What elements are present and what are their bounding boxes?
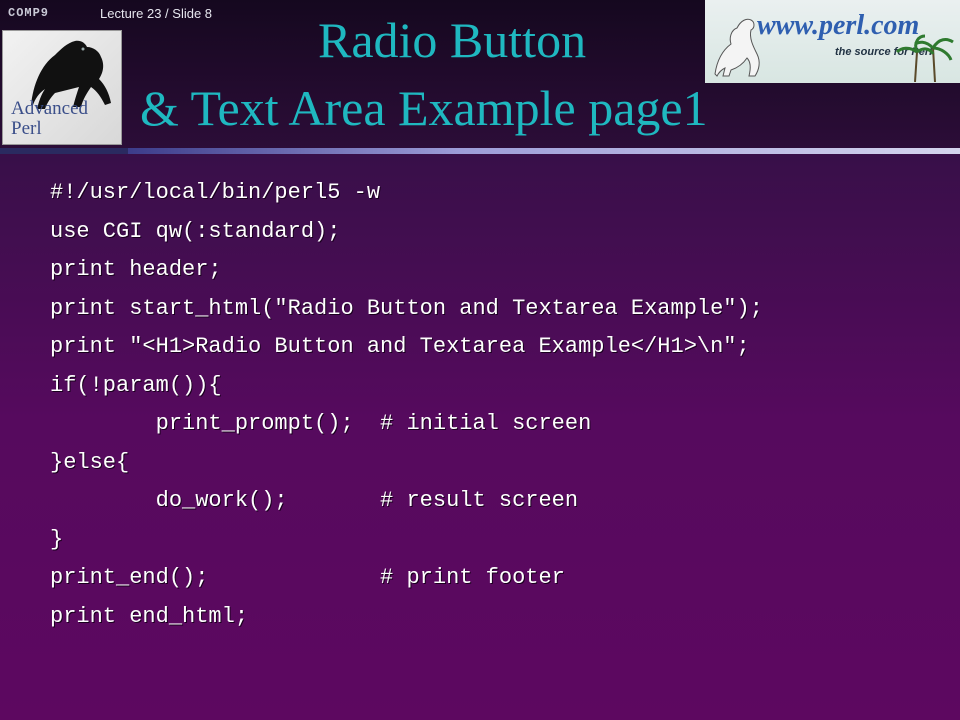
code-line: print header; — [50, 257, 222, 282]
code-line: use CGI qw(:standard); — [50, 218, 341, 244]
palm-trees-icon — [895, 34, 954, 82]
perl-banner: www.perl.com the source for Perl — [705, 0, 960, 83]
title-divider-left — [0, 148, 128, 154]
title-divider — [128, 148, 960, 154]
slide-label: Lecture 23 / Slide 8 — [100, 6, 213, 21]
course-logo: COMP9 — [8, 6, 50, 20]
code-listing: #!/usr/local/bin/perl5 -w use CGI qw(:st… — [50, 174, 950, 636]
code-line: } — [50, 526, 64, 552]
code-line: print end_html; — [50, 603, 249, 629]
code-line: #!/usr/local/bin/perl5 -w — [50, 180, 381, 205]
code-line: }else{ — [50, 449, 130, 475]
code-line: do_work(); # result screen — [50, 488, 579, 513]
code-line: print_end(); # print footer — [50, 565, 565, 590]
book-title: Advanced Perl — [11, 99, 101, 139]
book-title-line2: Perl — [11, 118, 42, 139]
code-line: print start_html("Radio Button and Texta… — [50, 295, 763, 321]
slide-title-line2: & Text Area Example page1 — [140, 80, 708, 136]
advanced-perl-book-cover: Advanced Perl — [2, 30, 122, 145]
code-line: if(!param()){ — [50, 372, 222, 398]
book-title-line1: Advanced — [11, 98, 89, 119]
code-line: print "<H1>Radio Button and Textarea Exa… — [50, 334, 750, 359]
code-line: print_prompt(); # initial screen — [50, 411, 592, 436]
slide-title-line1: Radio Button — [318, 12, 587, 68]
